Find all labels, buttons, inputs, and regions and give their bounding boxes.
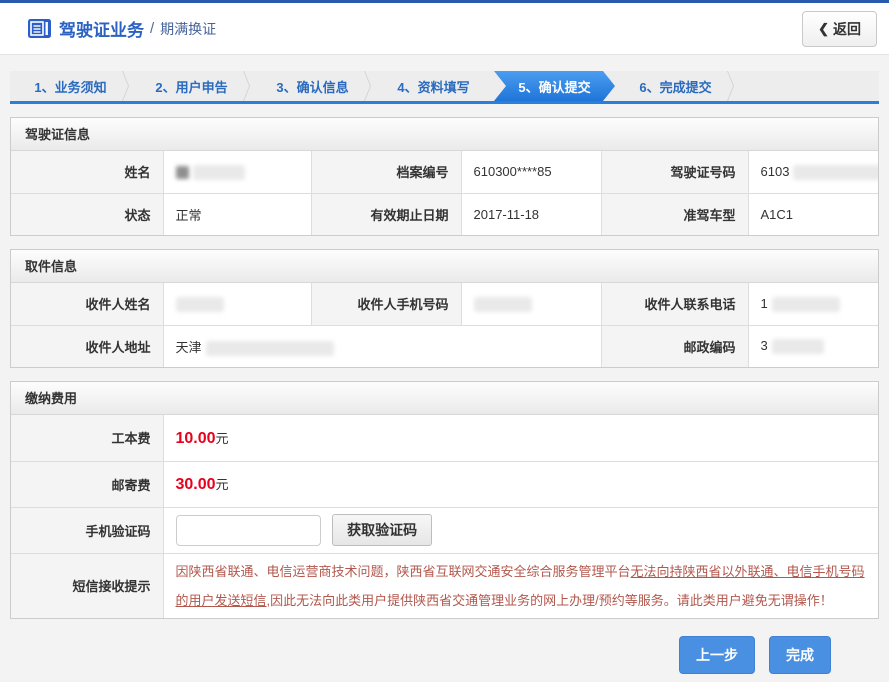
recipient-name-label: 收件人姓名 xyxy=(11,283,163,325)
footer-actions: 上一步 完成 xyxy=(0,619,889,674)
pickup-info-table: 收件人姓名 收件人手机号码 收件人联系电话 1 收件人地址 天津 邮政编码 3 xyxy=(11,283,878,367)
step-1-business-notice[interactable]: 1、业务须知 xyxy=(10,71,131,101)
table-row: 短信接收提示 因陕西省联通、电信运营商技术问题，陕西省互联网交通安全综合服务管理… xyxy=(11,553,878,618)
fees-table: 工本费 10.00元 邮寄费 30.00元 手机验证码 获取验证码 短信接收提示… xyxy=(11,415,878,618)
finish-button[interactable]: 完成 xyxy=(769,636,831,674)
vehicle-class-value: A1C1 xyxy=(748,193,878,235)
back-chevron-icon: ❮ xyxy=(818,21,829,37)
fees-title: 缴纳费用 xyxy=(11,382,878,415)
back-button-label: 返回 xyxy=(833,19,861,39)
vehicle-class-label: 准驾车型 xyxy=(601,193,748,235)
license-number-value: 6103 xyxy=(748,151,878,193)
expiry-date-value: 2017-11-18 xyxy=(461,193,601,235)
step-4-fill-info[interactable]: 4、资料填写 xyxy=(373,71,494,101)
step-6-complete-submit[interactable]: 6、完成提交 xyxy=(615,71,736,101)
license-number-label: 驾驶证号码 xyxy=(601,151,748,193)
postal-code-label: 邮政编码 xyxy=(601,325,748,367)
table-row: 手机验证码 获取验证码 xyxy=(11,507,878,553)
step-3-confirm-info[interactable]: 3、确认信息 xyxy=(252,71,373,101)
expiry-date-label: 有效期止日期 xyxy=(311,193,461,235)
table-row: 状态 正常 有效期止日期 2017-11-18 准驾车型 A1C1 xyxy=(11,193,878,235)
license-info-title: 驾驶证信息 xyxy=(11,118,878,151)
table-row: 邮寄费 30.00元 xyxy=(11,461,878,507)
breadcrumb-current: 期满换证 xyxy=(160,19,216,39)
redacted-blur xyxy=(793,165,878,180)
sms-notice-cell: 因陕西省联通、电信运营商技术问题，陕西省互联网交通安全综合服务管理平台无法向持陕… xyxy=(163,553,878,618)
license-business-icon xyxy=(28,19,51,38)
table-row: 姓名 档案编号 610300****85 驾驶证号码 6103 xyxy=(11,151,878,193)
step-2-user-declaration[interactable]: 2、用户申告 xyxy=(131,71,252,101)
redacted-blur xyxy=(772,297,840,312)
mailing-fee-value: 30.00元 xyxy=(163,461,878,507)
pickup-info-panel: 取件信息 收件人姓名 收件人手机号码 收件人联系电话 1 收件人地址 天津 邮政… xyxy=(10,249,879,368)
sms-code-input[interactable] xyxy=(176,515,321,546)
production-fee-label: 工本费 xyxy=(11,415,163,461)
mailing-fee-label: 邮寄费 xyxy=(11,461,163,507)
file-number-label: 档案编号 xyxy=(311,151,461,193)
table-row: 收件人姓名 收件人手机号码 收件人联系电话 1 xyxy=(11,283,878,325)
back-button[interactable]: ❮ 返回 xyxy=(802,11,877,47)
sms-notice-text: 因陕西省联通、电信运营商技术问题，陕西省互联网交通安全综合服务管理平台无法向持陕… xyxy=(176,554,867,618)
previous-step-button[interactable]: 上一步 xyxy=(679,636,755,674)
redacted-blur xyxy=(474,297,532,312)
recipient-mobile-label: 收件人手机号码 xyxy=(311,283,461,325)
fees-panel: 缴纳费用 工本费 10.00元 邮寄费 30.00元 手机验证码 获取验证码 短… xyxy=(10,381,879,619)
recipient-name-value xyxy=(163,283,311,325)
license-info-table: 姓名 档案编号 610300****85 驾驶证号码 6103 状态 正常 有效… xyxy=(11,151,878,235)
redacted-blur xyxy=(193,165,245,180)
recipient-phone-value: 1 xyxy=(748,283,878,325)
production-fee-amount: 10.00 xyxy=(176,430,216,447)
license-info-panel: 驾驶证信息 姓名 档案编号 610300****85 驾驶证号码 6103 状态… xyxy=(10,117,879,236)
name-value xyxy=(163,151,311,193)
pickup-info-title: 取件信息 xyxy=(11,250,878,283)
sms-code-cell: 获取验证码 xyxy=(163,507,878,553)
sms-code-label: 手机验证码 xyxy=(11,507,163,553)
sms-notice-label: 短信接收提示 xyxy=(11,553,163,618)
mailing-fee-amount: 30.00 xyxy=(176,476,216,493)
table-row: 收件人地址 天津 邮政编码 3 xyxy=(11,325,878,367)
breadcrumb-divider: / xyxy=(150,20,154,37)
steps-underline xyxy=(10,101,879,104)
page-header: 驾驶证业务 / 期满换证 ❮ 返回 xyxy=(0,3,889,55)
redacted-blur xyxy=(206,341,334,356)
status-value: 正常 xyxy=(163,193,311,235)
status-label: 状态 xyxy=(11,193,163,235)
name-label: 姓名 xyxy=(11,151,163,193)
production-fee-value: 10.00元 xyxy=(163,415,878,461)
redacted-blur xyxy=(176,297,224,312)
step-bar-filler xyxy=(736,71,879,101)
table-row: 工本费 10.00元 xyxy=(11,415,878,461)
mailing-fee-unit: 元 xyxy=(216,477,229,492)
recipient-address-label: 收件人地址 xyxy=(11,325,163,367)
file-number-value: 610300****85 xyxy=(461,151,601,193)
production-fee-unit: 元 xyxy=(216,431,229,446)
recipient-mobile-value xyxy=(461,283,601,325)
get-code-button[interactable]: 获取验证码 xyxy=(332,514,432,546)
redacted-blur xyxy=(772,339,824,354)
recipient-address-value: 天津 xyxy=(163,325,601,367)
postal-code-value: 3 xyxy=(748,325,878,367)
redacted-blur xyxy=(176,166,189,179)
step-progress-bar: 1、业务须知 2、用户申告 3、确认信息 4、资料填写 5、确认提交 6、完成提… xyxy=(10,71,879,104)
page-title: 驾驶证业务 xyxy=(59,16,144,41)
recipient-phone-label: 收件人联系电话 xyxy=(601,283,748,325)
step-5-confirm-submit-active[interactable]: 5、确认提交 xyxy=(494,71,615,101)
